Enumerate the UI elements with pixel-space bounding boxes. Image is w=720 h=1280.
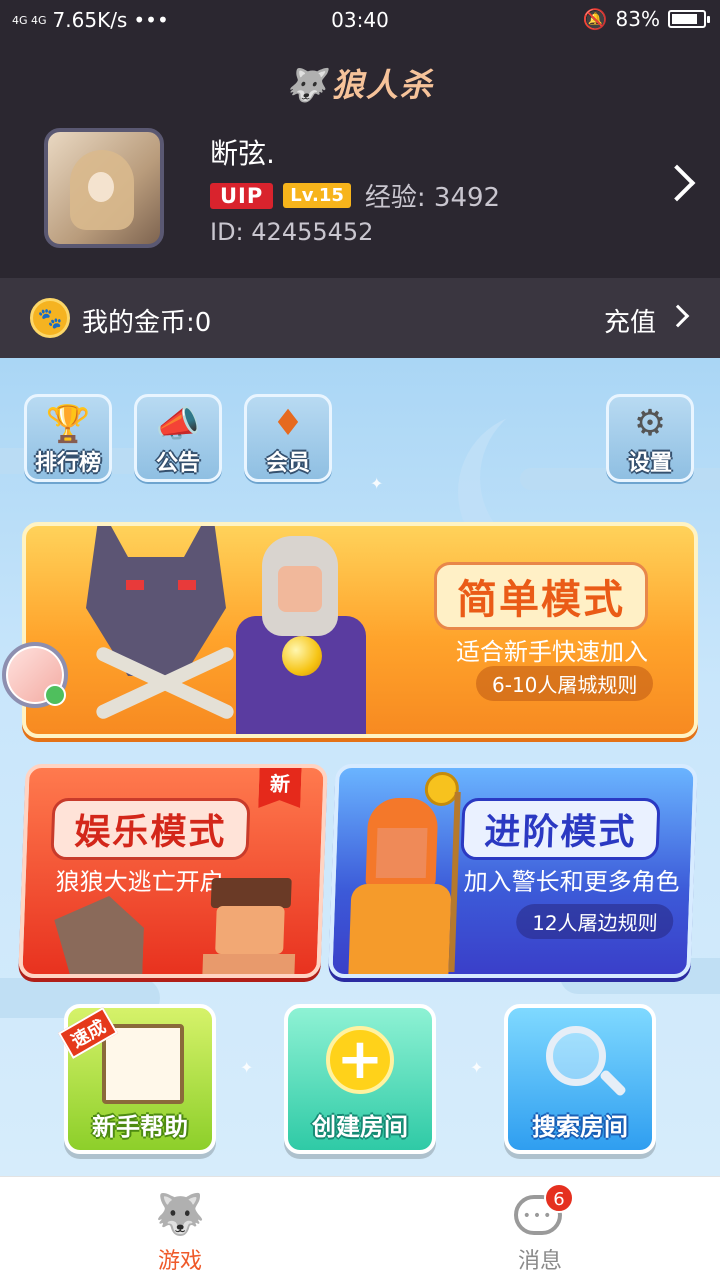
tab-messages-label: 消息: [517, 1249, 562, 1274]
battery-fill: [672, 14, 697, 24]
simple-mode-rule: 6-10人屠城规则: [476, 666, 654, 701]
beginner-help-label: 新手帮助: [92, 1113, 188, 1141]
status-right: 🔕 83%: [582, 7, 710, 31]
experience-text: 经验: 3492: [364, 183, 501, 213]
crystal-ball-icon: [282, 636, 322, 676]
user-badges: UIP Lv.15 经验: 3492: [210, 177, 500, 214]
wolf-character: [52, 896, 145, 976]
status-bar: 4G 4G 7.65K/s ••• 03:40 🔕 83%: [0, 0, 720, 40]
microphone-icon: [44, 684, 66, 706]
membership-button[interactable]: ♦ 会员: [244, 394, 332, 482]
villager-hat: [210, 878, 292, 908]
wolf-logo-icon: 🐺: [286, 66, 328, 104]
gear-icon: ⚙: [633, 403, 667, 444]
megaphone-icon: 📣: [155, 404, 201, 445]
app-logo: 🐺 狼人杀: [0, 60, 720, 106]
crossed-blades-icon: [90, 646, 240, 716]
fun-mode-desc: 狼狼大逃亡开启: [55, 868, 225, 896]
leaderboard-label: 排行榜: [34, 451, 101, 476]
settings-button[interactable]: ⚙ 设置: [606, 394, 694, 482]
battery-icon: [668, 10, 710, 28]
star-decoration: ✦: [240, 1058, 254, 1077]
mute-bell-icon: 🔕: [582, 7, 608, 31]
villager-character: [198, 878, 297, 978]
recharge-button[interactable]: 充值: [604, 302, 656, 339]
bottom-navigation: 🐺 游戏 ••• 6 消息: [0, 1176, 720, 1280]
fun-mode-card[interactable]: 新 娱乐模式 狼狼大逃亡开启: [18, 764, 328, 978]
coin-balance: 我的金币:0: [82, 308, 212, 338]
coin-bar[interactable]: 🐾 我的金币:0 充值: [0, 278, 720, 358]
announcement-label: 公告: [155, 451, 200, 476]
simple-mode-card[interactable]: 简单模式 适合新手快速加入 6-10人屠城规则: [22, 522, 698, 738]
star-decoration: ✦: [370, 474, 384, 493]
search-room-button[interactable]: 搜索房间: [504, 1004, 656, 1154]
villager-face: [215, 906, 285, 954]
level-badge: Lv.15: [283, 183, 351, 208]
advanced-mode-rule: 12人屠边规则: [515, 904, 675, 939]
announcement-button[interactable]: 📣 公告: [134, 394, 222, 482]
trophy-icon: 🏆: [45, 404, 91, 445]
create-room-label: 创建房间: [312, 1113, 408, 1141]
user-avatar[interactable]: [44, 128, 164, 248]
profile-header: 🐺 狼人杀 断弦. UIP Lv.15 经验: 3492 ID: 42455452: [0, 40, 720, 278]
profile-chevron-right-icon[interactable]: [658, 164, 696, 202]
settings-label: 设置: [627, 451, 672, 476]
wolf-tab-icon: 🐺: [155, 1192, 205, 1238]
create-room-button[interactable]: + 创建房间: [284, 1004, 436, 1154]
username: 断弦.: [210, 137, 275, 170]
search-icon-handle: [598, 1068, 628, 1098]
sheriff-character: [348, 788, 465, 978]
advanced-mode-card[interactable]: 进阶模式 加入警长和更多角色 12人屠边规则: [328, 764, 698, 978]
search-room-label: 搜索房间: [532, 1113, 628, 1141]
vip-badge-icon: ♦: [271, 403, 305, 444]
tab-messages[interactable]: ••• 6 消息: [360, 1177, 720, 1280]
game-main-area: ✦ ✦ ✦ 🏆 排行榜 📣 公告 ♦ 会员 ⚙ 设置 简单模式 适合新手快速加入…: [0, 358, 720, 1176]
star-decoration: ✦: [470, 1058, 484, 1077]
battery-percent: 83%: [615, 7, 660, 31]
membership-label: 会员: [265, 451, 310, 476]
app-title: 狼人杀: [331, 66, 434, 104]
advanced-mode-title: 进阶模式: [460, 798, 661, 860]
coin-paw-icon: 🐾: [30, 298, 70, 338]
beginner-help-button[interactable]: 速成 新手帮助: [57, 1004, 216, 1154]
simple-mode-desc: 适合新手快速加入: [456, 638, 648, 666]
floating-voice-avatar[interactable]: [2, 642, 68, 708]
recharge-chevron-right-icon[interactable]: [666, 304, 690, 328]
tab-game-label: 游戏: [157, 1249, 202, 1274]
sheriff-face: [375, 828, 428, 878]
vip-badge: UIP: [210, 182, 274, 209]
tab-game[interactable]: 🐺 游戏: [0, 1177, 360, 1280]
werewolf-eyes: [126, 580, 196, 592]
sheriff-body: [348, 884, 452, 978]
search-icon: [546, 1026, 606, 1086]
villager-body: [202, 954, 296, 978]
new-tag: 新: [258, 764, 302, 808]
seer-face: [278, 566, 322, 612]
fun-mode-title: 娱乐模式: [50, 798, 251, 860]
plus-icon: +: [326, 1026, 394, 1094]
advanced-mode-desc: 加入警长和更多角色: [463, 868, 681, 896]
rulebook-icon: [102, 1024, 184, 1104]
simple-mode-title: 简单模式: [434, 562, 648, 630]
user-id: ID: 42455452: [210, 218, 374, 246]
leaderboard-button[interactable]: 🏆 排行榜: [24, 394, 112, 482]
unread-badge: 6: [544, 1183, 574, 1213]
